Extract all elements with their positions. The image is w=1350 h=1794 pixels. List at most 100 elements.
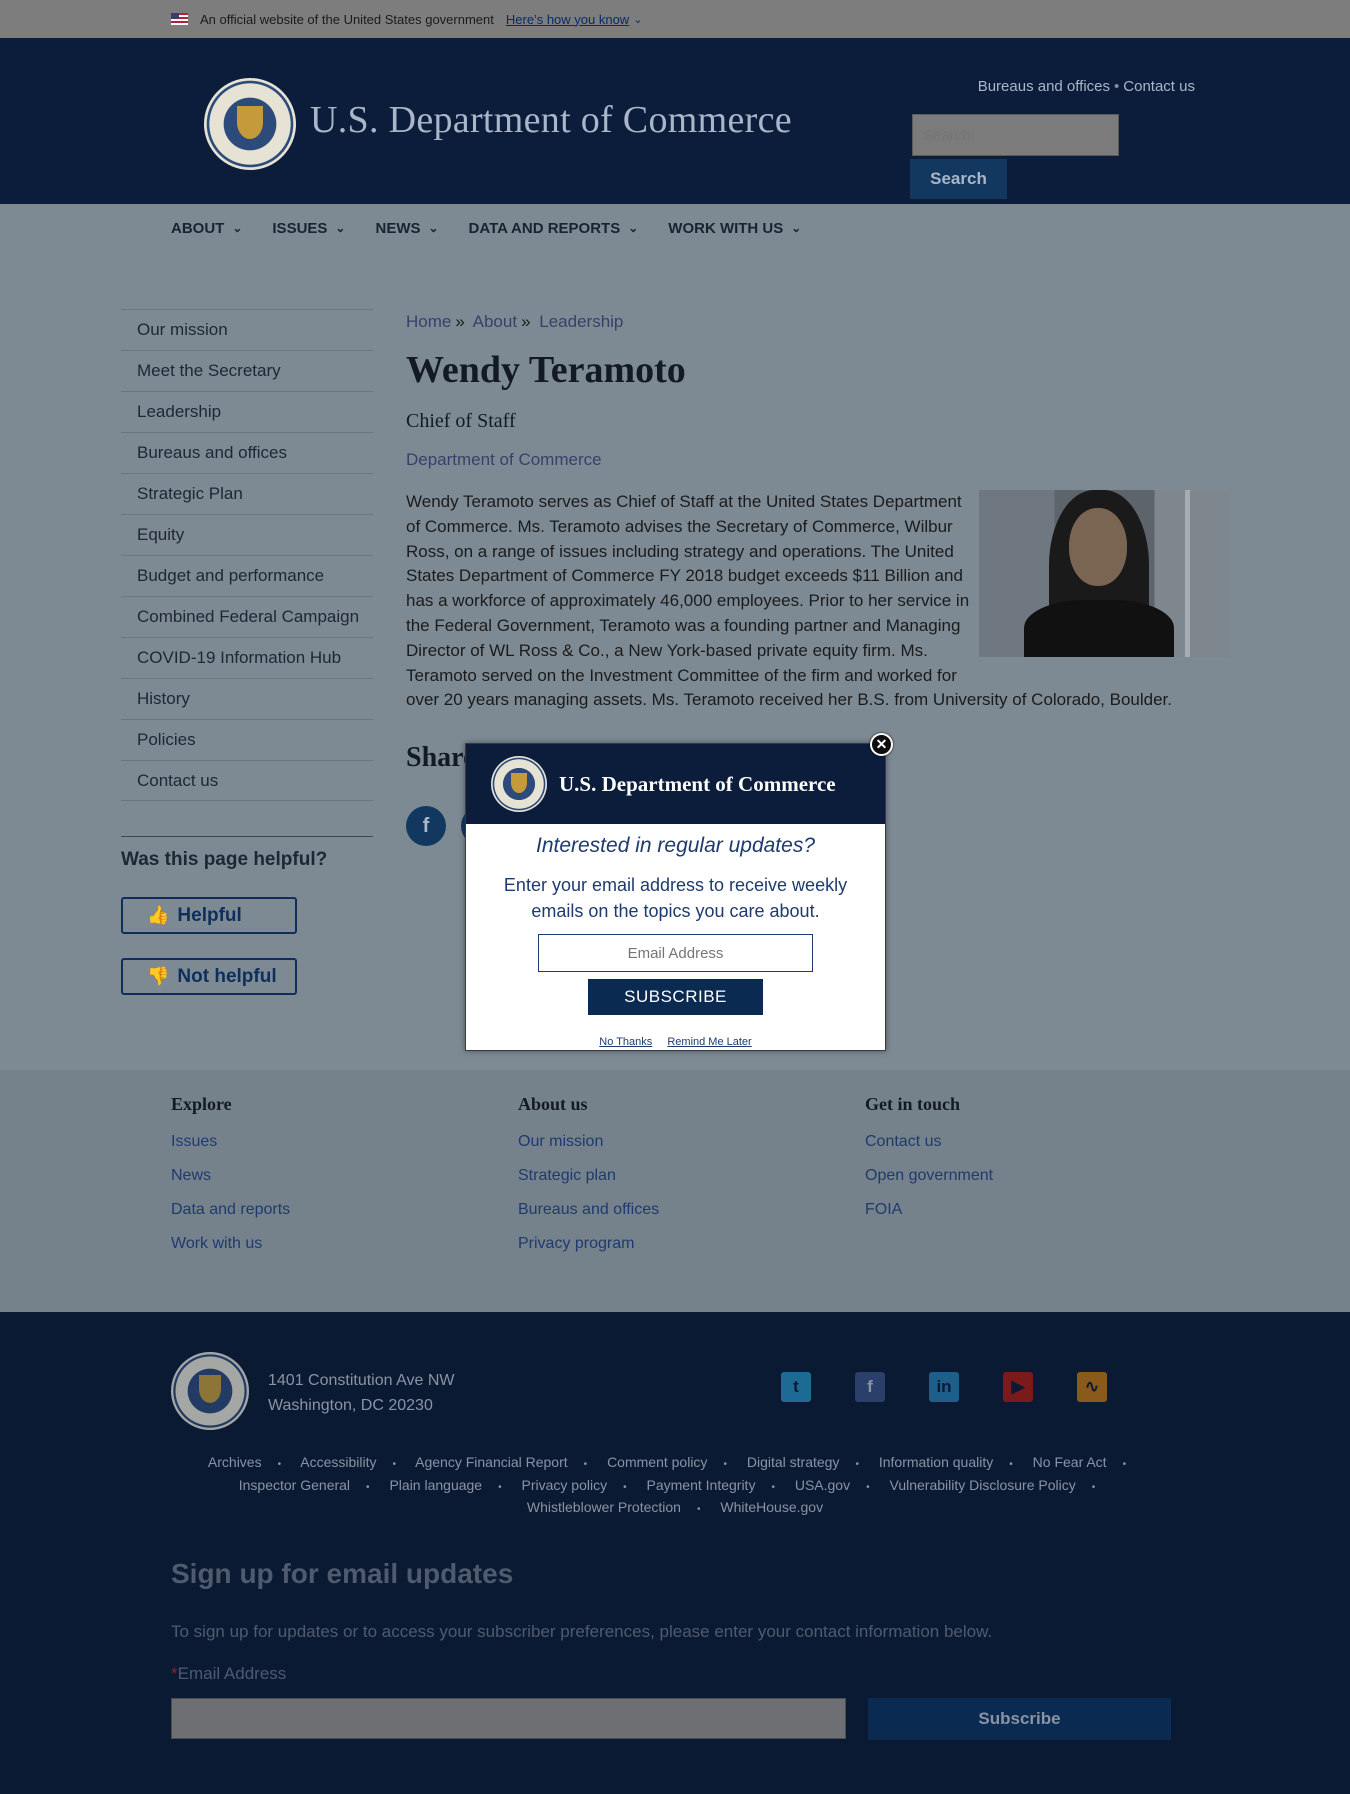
- modal-question: Interested in regular updates?: [535, 834, 816, 857]
- footer-link[interactable]: Data and reports: [171, 1201, 290, 1235]
- legal-link[interactable]: Whistleblower Protection: [527, 1499, 681, 1515]
- signup-title: Sign up for email updates: [171, 1558, 514, 1589]
- modal-subscribe-button[interactable]: SUBSCRIBE: [588, 979, 763, 1015]
- breadcrumb-leadership[interactable]: Leadership: [539, 312, 623, 331]
- footer-address: 1401 Constitution Ave NW Washington, DC …: [268, 1372, 455, 1414]
- legal-link[interactable]: Privacy policy: [522, 1477, 608, 1493]
- footer-link[interactable]: Issues: [171, 1133, 290, 1167]
- youtube-icon[interactable]: ▶: [1003, 1372, 1033, 1402]
- footer-link[interactable]: Bureaus and offices: [518, 1201, 659, 1235]
- footer-link[interactable]: Contact us: [865, 1133, 993, 1167]
- sidebar-item-cfc[interactable]: Combined Federal Campaign: [121, 596, 373, 637]
- commerce-seal-logo[interactable]: [204, 78, 296, 170]
- rss-icon[interactable]: ∿: [1077, 1372, 1107, 1402]
- legal-links-row3: Whistleblower Protection • WhiteHouse.gov: [526, 1499, 824, 1515]
- search-input[interactable]: [912, 114, 1119, 156]
- nav-news[interactable]: NEWS ⌄: [375, 220, 438, 237]
- legal-link[interactable]: Information quality: [879, 1454, 993, 1470]
- footer-col-about: About us Our mission Strategic plan Bure…: [518, 1094, 659, 1269]
- profile-photo: [979, 490, 1230, 657]
- contact-us-link[interactable]: Contact us: [1123, 78, 1195, 95]
- signup-email-input[interactable]: [171, 1698, 846, 1739]
- legal-links-row2: Inspector General • Plain language • Priva…: [238, 1477, 1096, 1493]
- sidebar-item-bureaus[interactable]: Bureaus and offices: [121, 432, 373, 473]
- nav-about[interactable]: ABOUT ⌄: [171, 220, 242, 237]
- signup-subscribe-button[interactable]: Subscribe: [868, 1698, 1171, 1740]
- bio-text: Wendy Teramoto serves as Chief of Staff …: [406, 492, 970, 685]
- gov-banner: An official website of the United States…: [0, 0, 1350, 38]
- chevron-down-icon[interactable]: ⌄: [633, 13, 642, 26]
- modal-seal-logo: [491, 756, 547, 812]
- thumbs-up-icon: 👍: [147, 905, 170, 925]
- site-footer: 1401 Constitution Ave NW Washington, DC …: [0, 1312, 1350, 1794]
- legal-link[interactable]: Payment Integrity: [647, 1477, 756, 1493]
- site-title[interactable]: U.S. Department of Commerce: [310, 98, 792, 142]
- sidebar-item-policies[interactable]: Policies: [121, 719, 373, 760]
- email-label: *Email Address: [171, 1664, 287, 1683]
- chevron-down-icon: ⌄: [791, 221, 802, 235]
- us-flag-icon: [171, 13, 188, 25]
- sidebar-item-leadership[interactable]: Leadership: [121, 391, 373, 432]
- org-link[interactable]: Department of Commerce: [406, 450, 602, 470]
- chevron-down-icon: ⌄: [335, 221, 346, 235]
- sidebar-item-contact[interactable]: Contact us: [121, 760, 373, 801]
- helpful-button[interactable]: 👍 Helpful: [121, 897, 297, 934]
- footer-link[interactable]: Work with us: [171, 1235, 290, 1269]
- main-nav: ABOUT ⌄ ISSUES ⌄ NEWS ⌄ DATA AND REPORTS ⌄ W…: [0, 204, 1350, 252]
- legal-links-row1: Archives • Accessibility • Agency Financia…: [207, 1454, 1127, 1470]
- remind-later-link[interactable]: Remind Me Later: [667, 1036, 751, 1048]
- no-thanks-link[interactable]: No Thanks: [599, 1036, 652, 1048]
- helpful-question: Was this page helpful?: [121, 849, 328, 870]
- share-facebook-icon[interactable]: f: [406, 806, 446, 846]
- modal-links: No Thanks Remind Me Later: [466, 1036, 885, 1048]
- legal-link[interactable]: Comment policy: [607, 1454, 707, 1470]
- chevron-down-icon: ⌄: [628, 221, 639, 235]
- modal-email-input[interactable]: [538, 934, 813, 972]
- sidebar-item-equity[interactable]: Equity: [121, 514, 373, 555]
- legal-link[interactable]: Accessibility: [300, 1454, 376, 1470]
- breadcrumb-about[interactable]: About: [473, 312, 517, 331]
- legal-link[interactable]: Plain language: [389, 1477, 482, 1493]
- sidebar-item-covid[interactable]: COVID-19 Information Hub: [121, 637, 373, 678]
- legal-link[interactable]: USA.gov: [795, 1477, 850, 1493]
- close-icon[interactable]: ✕: [870, 733, 893, 756]
- legal-link[interactable]: Digital strategy: [747, 1454, 840, 1470]
- breadcrumb-home[interactable]: Home: [406, 312, 451, 331]
- footer-link[interactable]: Our mission: [518, 1133, 659, 1167]
- sidebar-item-budget[interactable]: Budget and performance: [121, 555, 373, 596]
- sidebar-item-our-mission[interactable]: Our mission: [121, 309, 373, 350]
- footer-link[interactable]: Open government: [865, 1167, 993, 1201]
- legal-link[interactable]: Inspector General: [239, 1477, 350, 1493]
- nav-data-reports[interactable]: DATA AND REPORTS ⌄: [469, 220, 639, 237]
- footer-links: Explore Issues News Data and reports Wor…: [0, 1070, 1350, 1312]
- bio-text-end: over 20 years managing assets. Ms. Teram…: [406, 690, 1172, 709]
- footer-seal-logo: [171, 1352, 249, 1430]
- sidebar-item-history[interactable]: History: [121, 678, 373, 719]
- legal-link[interactable]: No Fear Act: [1033, 1454, 1107, 1470]
- footer-link[interactable]: FOIA: [865, 1201, 993, 1235]
- modal-title: U.S. Department of Commerce: [559, 772, 836, 796]
- facebook-icon[interactable]: f: [855, 1372, 885, 1402]
- twitter-icon[interactable]: t: [781, 1372, 811, 1402]
- bureaus-offices-link[interactable]: Bureaus and offices: [978, 78, 1110, 95]
- footer-link[interactable]: Privacy program: [518, 1235, 659, 1269]
- chevron-down-icon: ⌄: [232, 221, 243, 235]
- nav-issues[interactable]: ISSUES ⌄: [272, 220, 345, 237]
- legal-link[interactable]: Vulnerability Disclosure Policy: [890, 1477, 1076, 1493]
- legal-link[interactable]: WhiteHouse.gov: [720, 1499, 823, 1515]
- footer-link[interactable]: News: [171, 1167, 290, 1201]
- page-title: Wendy Teramoto: [406, 349, 686, 391]
- legal-link[interactable]: Archives: [208, 1454, 262, 1470]
- sidebar-nav: Our mission Meet the Secretary Leadershi…: [121, 309, 373, 801]
- how-you-know-link[interactable]: Here’s how you know: [506, 12, 629, 27]
- not-helpful-button[interactable]: 👎 Not helpful: [121, 958, 297, 995]
- nav-work-with-us[interactable]: WORK WITH US ⌄: [668, 220, 801, 237]
- site-header: U.S. Department of Commerce Bureaus and …: [0, 38, 1350, 204]
- linkedin-icon[interactable]: in: [929, 1372, 959, 1402]
- footer-col-contact: Get in touch Contact us Open government …: [865, 1094, 993, 1235]
- footer-link[interactable]: Strategic plan: [518, 1167, 659, 1201]
- sidebar-item-strategic-plan[interactable]: Strategic Plan: [121, 473, 373, 514]
- search-button[interactable]: Search: [910, 159, 1007, 199]
- sidebar-item-meet-secretary[interactable]: Meet the Secretary: [121, 350, 373, 391]
- legal-link[interactable]: Agency Financial Report: [415, 1454, 568, 1470]
